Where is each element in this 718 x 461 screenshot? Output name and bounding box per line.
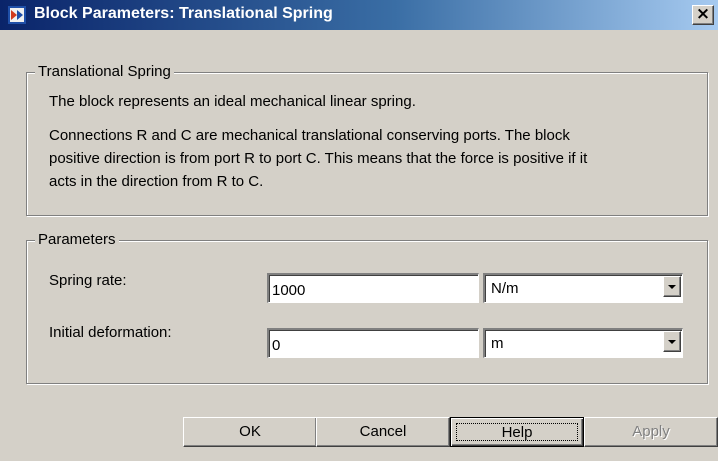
parameters-group: Parameters Spring rate: N/m Initial defo… xyxy=(26,231,708,384)
parameters-group-legend: Parameters xyxy=(35,231,119,248)
close-button[interactable]: × xyxy=(692,4,714,25)
description-group: Translational Spring The block represent… xyxy=(26,63,708,216)
ok-button[interactable]: OK xyxy=(183,417,317,447)
initial-deformation-unit-select[interactable]: m xyxy=(483,328,683,358)
help-button-label: Help xyxy=(456,423,578,441)
cancel-button[interactable]: Cancel xyxy=(316,417,450,447)
description-paragraph-2-line-2: positive direction is from port R to por… xyxy=(49,150,588,167)
description-text: The block represents an ideal mechanical… xyxy=(49,90,609,193)
spring-rate-input[interactable] xyxy=(267,273,479,303)
title-bar[interactable]: Block Parameters: Translational Spring × xyxy=(0,0,718,30)
spring-rate-unit-value: N/m xyxy=(491,280,519,297)
spring-rate-label: Spring rate: xyxy=(49,272,127,289)
chevron-down-icon[interactable] xyxy=(663,331,681,352)
chevron-down-icon[interactable] xyxy=(663,276,681,297)
help-button[interactable]: Help xyxy=(450,417,584,447)
description-paragraph-2-line-1: Connections R and C are mechanical trans… xyxy=(49,127,570,144)
initial-deformation-input[interactable] xyxy=(267,328,479,358)
apply-button[interactable]: Apply xyxy=(584,417,718,447)
spring-rate-unit-select[interactable]: N/m xyxy=(483,273,683,303)
description-group-legend: Translational Spring xyxy=(35,63,174,80)
initial-deformation-unit-value: m xyxy=(491,335,504,352)
description-paragraph-2-line-3: acts in the direction from R to C. xyxy=(49,173,264,190)
simulink-block-icon xyxy=(8,6,26,24)
close-icon: × xyxy=(695,4,711,24)
initial-deformation-label: Initial deformation: xyxy=(49,324,172,341)
description-paragraph-1: The block represents an ideal mechanical… xyxy=(49,93,416,110)
window-title: Block Parameters: Translational Spring xyxy=(34,5,333,22)
